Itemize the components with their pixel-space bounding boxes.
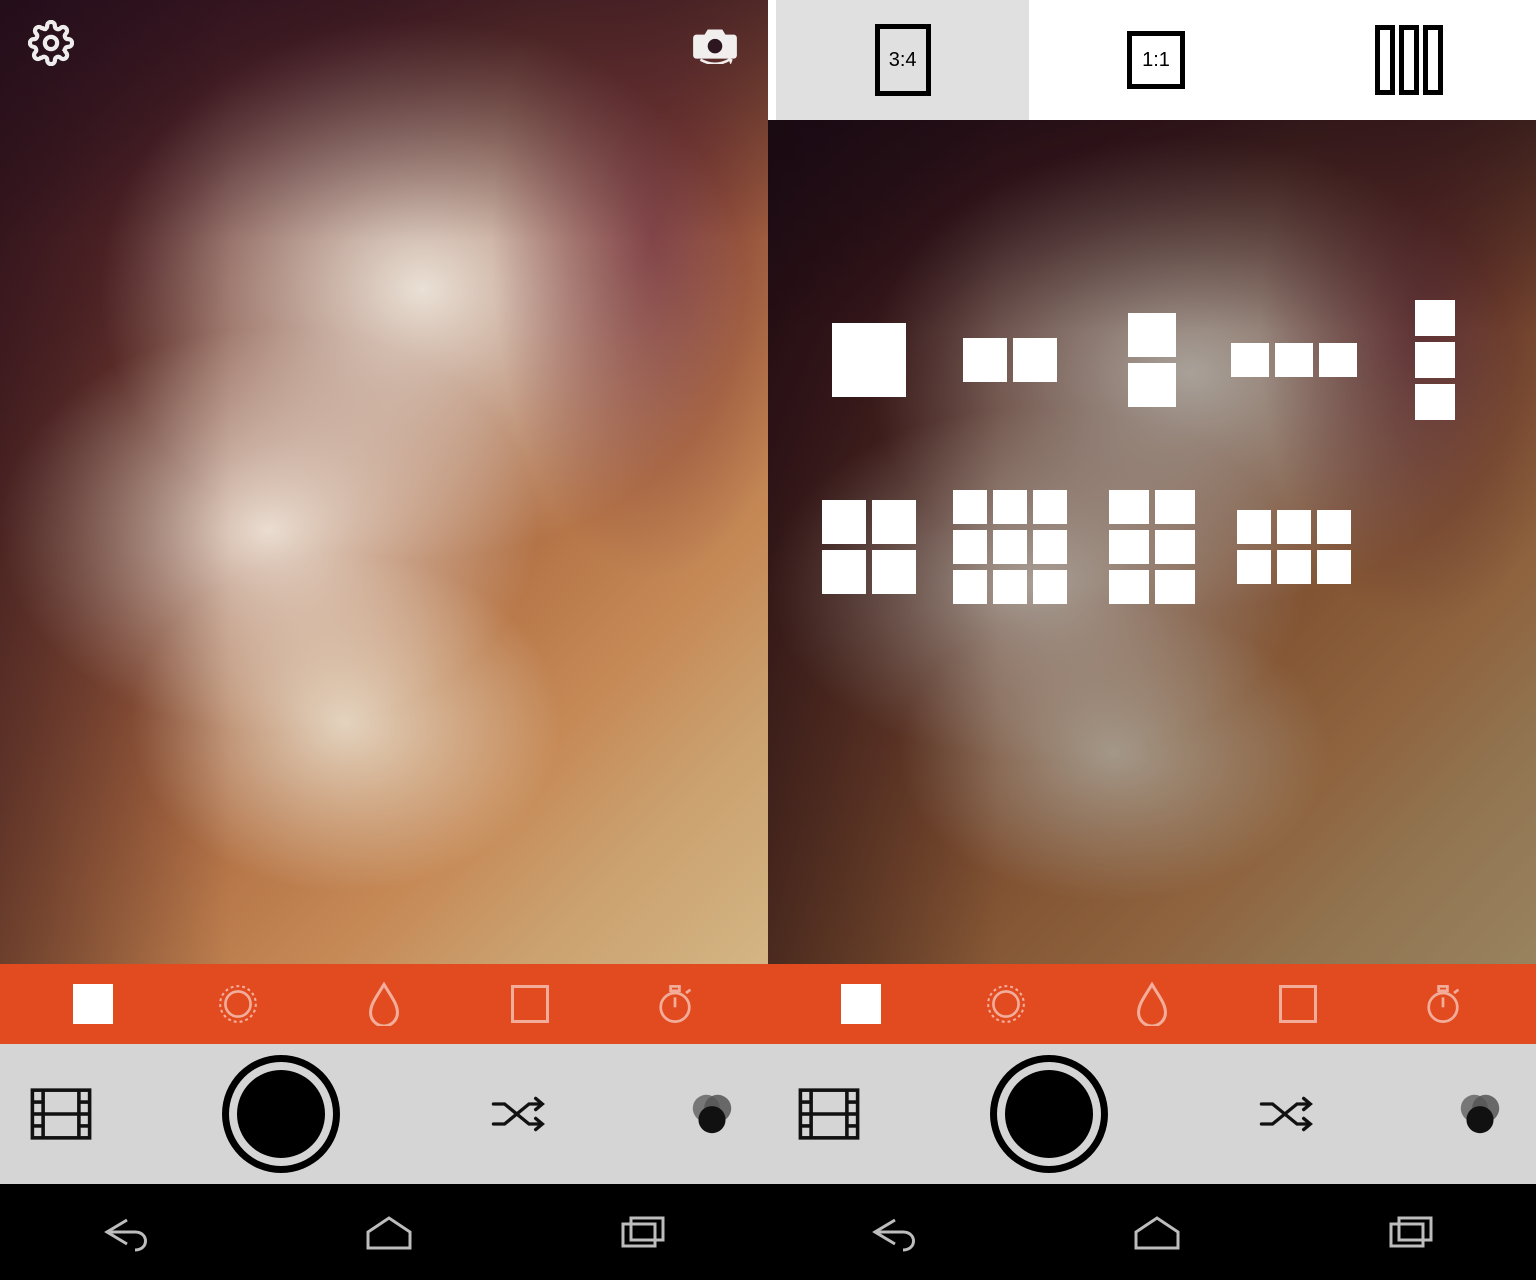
tab-timer[interactable] <box>1421 982 1465 1026</box>
strip-icon <box>1375 25 1443 95</box>
android-nav-bar <box>768 1184 1536 1280</box>
tab-vignette[interactable] <box>508 982 552 1026</box>
tab-drop[interactable] <box>362 982 406 1026</box>
aspect-option-strip[interactable] <box>1283 0 1536 120</box>
nav-home-icon[interactable] <box>1122 1212 1192 1252</box>
live-preview-photo <box>0 0 768 964</box>
aspect-ratio-bar: 3:4 1:1 <box>768 0 1536 120</box>
layout-3x1[interactable] <box>1231 343 1357 377</box>
tab-drop[interactable] <box>1130 982 1174 1026</box>
tab-layout[interactable] <box>71 982 115 1026</box>
color-filter-icon[interactable] <box>686 1088 738 1140</box>
tab-lens[interactable] <box>984 982 1028 1026</box>
nav-recents-icon[interactable] <box>1381 1212 1441 1252</box>
gear-icon[interactable] <box>28 20 74 71</box>
nav-back-icon[interactable] <box>863 1212 933 1252</box>
layout-options-grid <box>768 240 1536 664</box>
filmstrip-icon[interactable] <box>798 1087 860 1141</box>
android-nav-bar <box>0 1184 768 1280</box>
tab-layout[interactable] <box>839 982 883 1026</box>
shuffle-icon[interactable] <box>489 1092 549 1136</box>
tab-lens[interactable] <box>216 982 260 1026</box>
nav-back-icon[interactable] <box>95 1212 165 1252</box>
camera-viewfinder[interactable] <box>0 0 768 964</box>
filmstrip-icon[interactable] <box>30 1087 92 1141</box>
layout-2x3[interactable] <box>1109 490 1195 604</box>
shutter-button[interactable] <box>997 1062 1101 1166</box>
control-bar <box>0 1044 768 1184</box>
layout-3x2[interactable] <box>1237 510 1351 584</box>
layout-2x2[interactable] <box>822 500 916 594</box>
camera-viewfinder[interactable] <box>768 120 1536 964</box>
shuffle-icon[interactable] <box>1257 1092 1317 1136</box>
phone-screen-left <box>0 0 768 1280</box>
nav-recents-icon[interactable] <box>613 1212 673 1252</box>
color-filter-icon[interactable] <box>1454 1088 1506 1140</box>
filter-tab-row <box>768 964 1536 1044</box>
shutter-button[interactable] <box>229 1062 333 1166</box>
phone-screen-right: 3:4 1:1 <box>768 0 1536 1280</box>
control-bar <box>768 1044 1536 1184</box>
layout-3x3[interactable] <box>953 490 1067 604</box>
layout-1x1[interactable] <box>832 323 906 397</box>
aspect-label: 1:1 <box>1127 31 1185 89</box>
nav-home-icon[interactable] <box>354 1212 424 1252</box>
tab-vignette[interactable] <box>1276 982 1320 1026</box>
aspect-option-3-4[interactable]: 3:4 <box>776 0 1029 120</box>
tab-timer[interactable] <box>653 982 697 1026</box>
filter-tab-row <box>0 964 768 1044</box>
aspect-option-1-1[interactable]: 1:1 <box>1029 0 1282 120</box>
layout-1x2[interactable] <box>1128 313 1176 407</box>
aspect-label: 3:4 <box>875 24 931 96</box>
camera-flip-icon[interactable] <box>690 22 740 69</box>
layout-1x3[interactable] <box>1415 300 1455 420</box>
layout-2x1[interactable] <box>963 338 1057 382</box>
